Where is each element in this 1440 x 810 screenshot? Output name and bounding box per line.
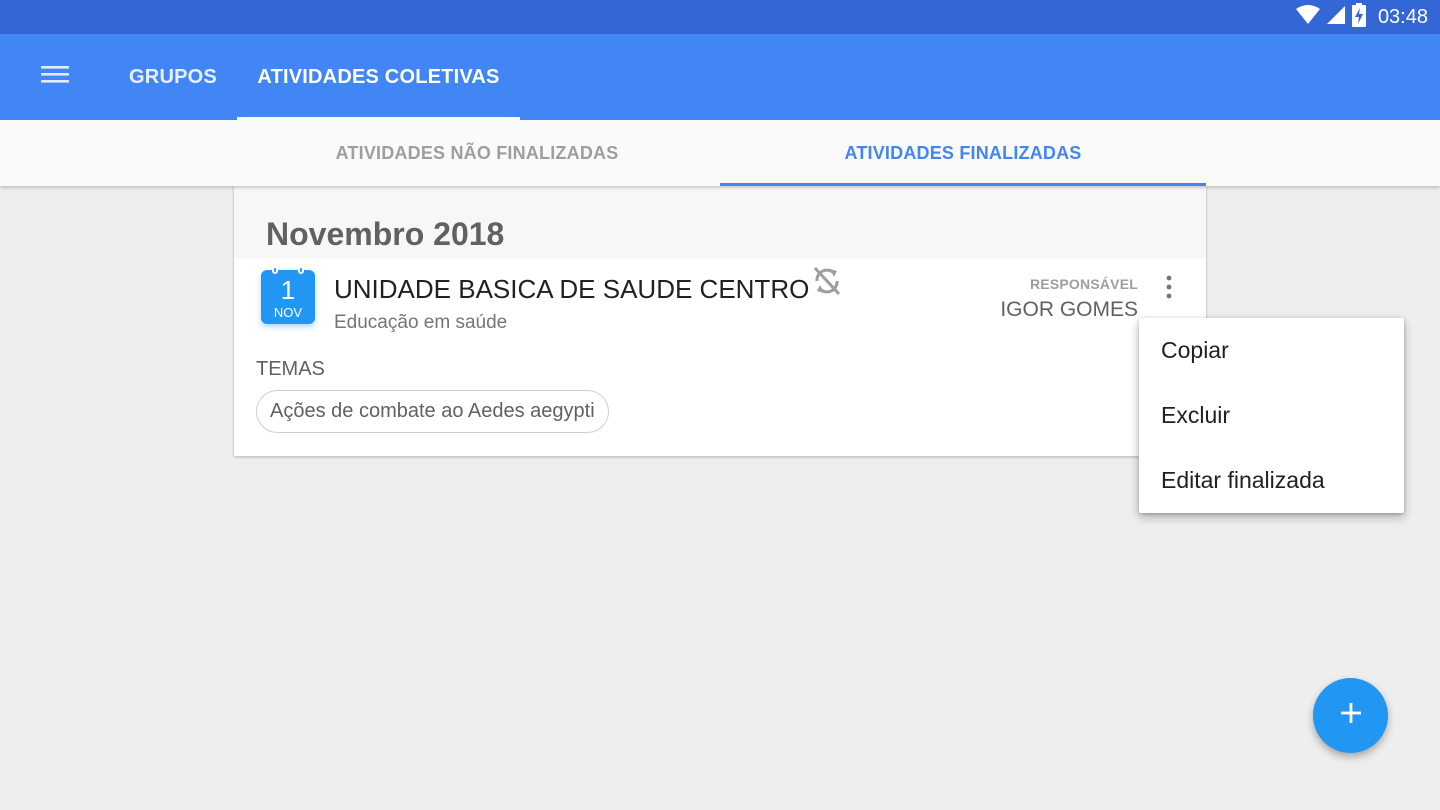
responsible-name: IGOR GOMES <box>1000 298 1138 321</box>
tab-finalizadas-label: ATIVIDADES FINALIZADAS <box>844 142 1082 163</box>
calendar-ring-left <box>272 266 278 274</box>
menu-item-excluir[interactable]: Excluir <box>1139 383 1404 448</box>
activity-card[interactable]: Novembro 2018 1 NOV UNIDADE BASICA DE SA… <box>234 186 1206 456</box>
plus-icon <box>1340 702 1362 729</box>
overflow-menu-button[interactable] <box>1152 272 1186 306</box>
cell-signal-icon <box>1326 5 1346 30</box>
app-bar: GRUPOS ATIVIDADES COLETIVAS <box>0 34 1440 120</box>
more-vert-icon <box>1165 275 1173 304</box>
unit-name: UNIDADE BASICA DE SAUDE CENTRO <box>334 274 810 304</box>
date-day: 1 <box>280 275 296 305</box>
responsible-label: RESPONSÁVEL <box>1030 276 1138 292</box>
status-icons: 03:48 <box>1295 0 1428 34</box>
hamburger-menu-icon <box>41 64 69 89</box>
battery-charging-icon <box>1351 2 1366 32</box>
month-section-header: Novembro 2018 <box>234 186 1206 258</box>
subtab-selected-indicator <box>720 183 1206 186</box>
tab-atividades-coletivas[interactable]: ATIVIDADES COLETIVAS <box>237 34 520 120</box>
menu-item-editar-finalizada[interactable]: Editar finalizada <box>1139 448 1404 513</box>
activity-type: Educação em saúde <box>334 312 508 333</box>
tab-grupos-label: GRUPOS <box>129 65 217 88</box>
menu-item-copiar[interactable]: Copiar <box>1139 318 1404 383</box>
month-title: Novembro 2018 <box>266 216 505 252</box>
calendar-ring-right <box>298 266 304 274</box>
tab-grupos[interactable]: GRUPOS <box>108 34 238 120</box>
wifi-icon <box>1295 4 1320 30</box>
sync-disabled-icon <box>810 264 844 298</box>
date-month: NOV <box>273 305 303 320</box>
overflow-popup-menu: Copiar Excluir Editar finalizada <box>1139 318 1404 513</box>
menu-button[interactable] <box>30 54 80 98</box>
tab-atividades-nao-finalizadas[interactable]: ATIVIDADES NÃO FINALIZADAS <box>234 120 720 186</box>
add-activity-fab[interactable] <box>1313 678 1388 753</box>
calendar-date-icon: 1 NOV <box>261 266 315 324</box>
status-time: 03:48 <box>1377 5 1428 28</box>
status-bar: 03:48 <box>0 0 1440 34</box>
tab-nao-finalizadas-label: ATIVIDADES NÃO FINALIZADAS <box>335 142 619 163</box>
tab-atividades-coletivas-label: ATIVIDADES COLETIVAS <box>257 65 500 88</box>
sub-tab-bar: ATIVIDADES NÃO FINALIZADAS ATIVIDADES FI… <box>0 120 1440 186</box>
theme-chip: Ações de combate ao Aedes aegypti <box>256 390 609 433</box>
tab-atividades-finalizadas[interactable]: ATIVIDADES FINALIZADAS <box>720 120 1206 186</box>
themes-label: TEMAS <box>256 358 325 380</box>
